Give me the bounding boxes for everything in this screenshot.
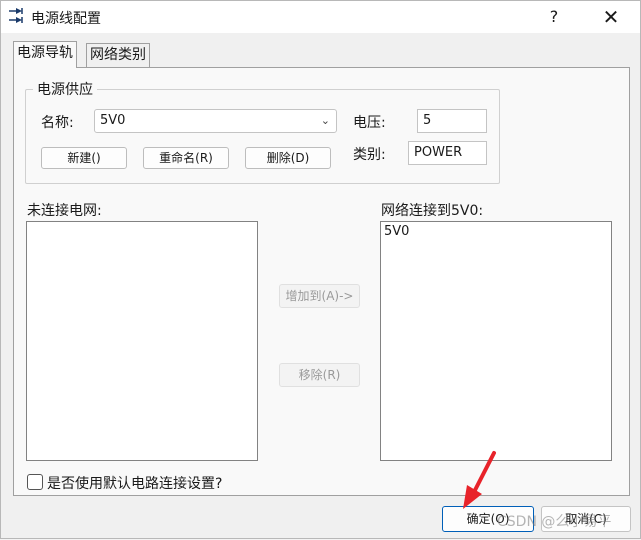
title-bar: 电源线配置 ? ✕ bbox=[1, 1, 640, 33]
voltage-field[interactable]: 5 bbox=[417, 109, 487, 133]
watermark: CSDN @么小易平 bbox=[497, 514, 612, 530]
close-button[interactable]: ✕ bbox=[595, 3, 627, 31]
name-label: 名称: bbox=[41, 115, 74, 131]
tab-net-class[interactable]: 网络类别 bbox=[86, 43, 150, 67]
voltage-label: 电压: bbox=[353, 115, 386, 131]
list-item[interactable]: 5V0 bbox=[381, 222, 611, 241]
chevron-down-icon[interactable]: ⌄ bbox=[321, 110, 330, 132]
delete-button[interactable]: 删除(D) bbox=[245, 147, 331, 169]
connected-nets-label: 网络连接到5V0: bbox=[381, 203, 484, 219]
window-title: 电源线配置 bbox=[31, 11, 101, 27]
name-combobox-value: 5V0 bbox=[100, 113, 126, 128]
rename-button[interactable]: 重命名(R) bbox=[143, 147, 229, 169]
name-combobox[interactable]: 5V0 ⌄ bbox=[94, 109, 337, 133]
help-button[interactable]: ? bbox=[539, 3, 569, 31]
remove-button[interactable]: 移除(R) bbox=[279, 363, 360, 387]
tab-power-rail[interactable]: 电源导轨 bbox=[13, 41, 77, 68]
use-default-settings-checkbox[interactable] bbox=[27, 474, 43, 490]
unconnected-nets-list[interactable] bbox=[26, 221, 258, 461]
use-default-settings-label: 是否使用默认电路连接设置? bbox=[47, 476, 223, 492]
power-supply-group bbox=[25, 89, 500, 184]
unconnected-nets-label: 未连接电网: bbox=[27, 203, 102, 219]
power-rail-config-dialog: 电源线配置 ? ✕ 电源导轨 网络类别 电源供应 名称: 5V0 ⌄ 电压: 5… bbox=[0, 0, 641, 539]
category-field[interactable]: POWER bbox=[408, 141, 487, 165]
new-button[interactable]: 新建() bbox=[41, 147, 127, 169]
power-rail-app-icon bbox=[9, 8, 23, 23]
connected-nets-list[interactable]: 5V0 bbox=[380, 221, 612, 461]
power-supply-group-title: 电源供应 bbox=[33, 79, 97, 99]
add-to-button[interactable]: 增加到(A)-> bbox=[279, 284, 360, 308]
category-label: 类别: bbox=[353, 147, 386, 163]
